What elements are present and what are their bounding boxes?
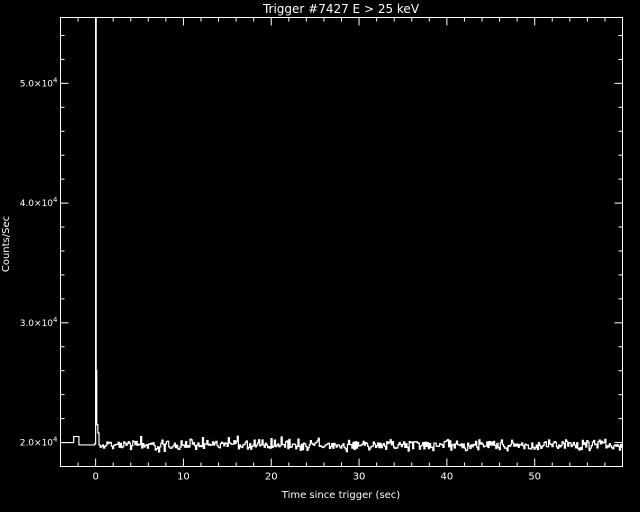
x-tick-label: 20 — [265, 472, 278, 483]
x-tick-label: 50 — [528, 472, 541, 483]
y-tick-label: 5.0×104 — [20, 76, 58, 89]
x-tick-label: 0 — [92, 472, 98, 483]
chart-title: Trigger #7427 E > 25 keV — [262, 2, 420, 16]
y-axis-label: Counts/Sec — [1, 216, 12, 272]
light-curve-chart: 0 10 20 30 40 50 2.0×104 3.0×104 4.0×104 5.0×104… — [1, 2, 624, 501]
y-tick-label: 2.0×104 — [20, 436, 58, 449]
x-tick-label: 10 — [177, 472, 190, 483]
y-tick-label: 3.0×104 — [20, 316, 58, 329]
series-group — [60, 16, 624, 453]
x-axis-label: Time since trigger (sec) — [281, 490, 401, 501]
y-axis-ticks: 2.0×104 3.0×104 4.0×104 5.0×104 — [20, 34, 623, 449]
series-line — [60, 16, 624, 453]
plot-frame — [60, 17, 623, 467]
y-tick-label: 4.0×104 — [20, 196, 58, 209]
x-axis-ticks: 0 10 20 30 40 50 — [60, 17, 623, 483]
x-tick-label: 40 — [441, 472, 454, 483]
x-tick-label: 30 — [353, 472, 366, 483]
